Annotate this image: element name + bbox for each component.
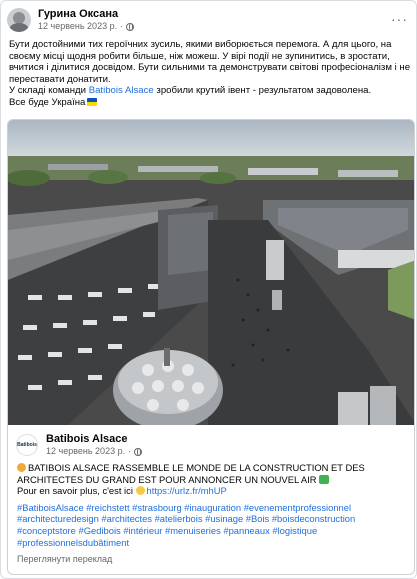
- author-name[interactable]: Гурина Оксана: [38, 8, 134, 21]
- megaphone-emoji-icon: [17, 463, 26, 472]
- hashtag-list[interactable]: #BatiboisAlsace #reichstett #strasbourg …: [17, 502, 409, 548]
- post-paragraph-3: Все буде Україна: [9, 97, 413, 109]
- shared-post-date[interactable]: 12 червень 2023 р.: [46, 446, 125, 457]
- mention-batibois-alsace[interactable]: Batibois Alsace: [89, 85, 154, 96]
- smile-emoji-icon: [135, 486, 145, 496]
- author-avatar[interactable]: [7, 8, 31, 32]
- globe-icon: [126, 22, 135, 31]
- facebook-post: Гурина Оксана 12 червень 2023 р. · ··· Б…: [0, 0, 417, 579]
- shared-link[interactable]: https://urlz.fr/mhUP: [147, 485, 227, 496]
- post-text: Бути достойними тих героїчних зусиль, як…: [9, 39, 413, 109]
- ukraine-flag-icon: [87, 97, 98, 106]
- more-options-icon[interactable]: ···: [391, 11, 408, 27]
- shared-link-line: Pour en savoir plus, c'est ici https://u…: [17, 485, 227, 497]
- shared-post-text: BATIBOIS ALSACE RASSEMBLE LE MONDE DE LA…: [17, 462, 409, 566]
- globe-icon: [134, 447, 143, 456]
- see-translation-link[interactable]: Переглянути переклад: [17, 554, 409, 566]
- shared-date-separator: ·: [128, 446, 132, 456]
- date-separator: ·: [120, 21, 124, 31]
- new-emoji-icon: [319, 474, 330, 484]
- shared-headline: BATIBOIS ALSACE RASSEMBLE LE MONDE DE LA…: [17, 462, 365, 485]
- shared-post-card[interactable]: Batibois Batibois Alsace 12 червень 2023…: [7, 119, 415, 575]
- post-header: Гурина Оксана 12 червень 2023 р. · ···: [7, 7, 410, 33]
- post-paragraph-2: У складі команди Batibois Alsace зробили…: [9, 85, 372, 97]
- post-date[interactable]: 12 червень 2023 р.: [38, 21, 117, 32]
- post-paragraph-1: Бути достойними тих героїчних зусиль, як…: [9, 39, 411, 85]
- aerial-warehouse-photo[interactable]: [8, 120, 415, 425]
- batibois-logo[interactable]: Batibois: [16, 434, 38, 456]
- shared-post-header: Batibois Batibois Alsace 12 червень 2023…: [16, 432, 406, 458]
- shared-page-name[interactable]: Batibois Alsace: [46, 433, 142, 446]
